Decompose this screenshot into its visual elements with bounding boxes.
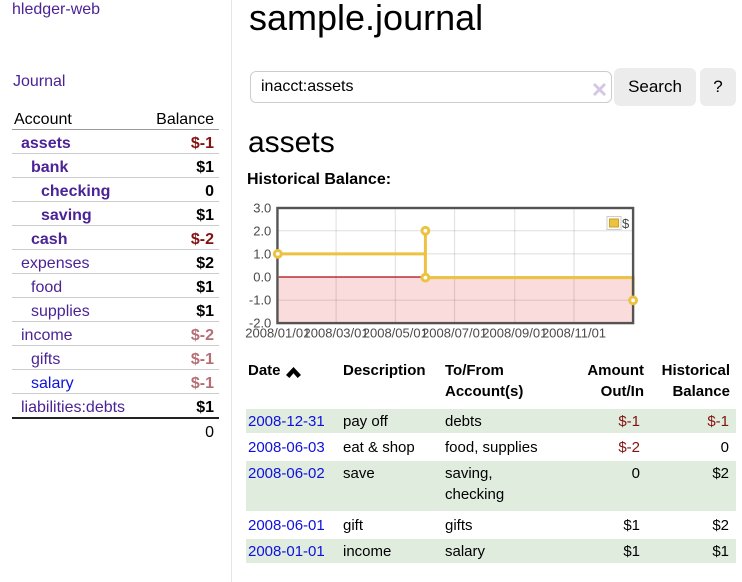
- svg-text:2008/07/01: 2008/07/01: [422, 326, 487, 341]
- svg-text:1.0: 1.0: [253, 246, 271, 261]
- svg-text:2008/09/01: 2008/09/01: [482, 326, 547, 341]
- svg-text:2008/03/01: 2008/03/01: [304, 326, 369, 341]
- svg-text:0.0: 0.0: [253, 270, 271, 285]
- svg-text:$: $: [622, 216, 630, 231]
- svg-text:2.0: 2.0: [253, 223, 271, 238]
- svg-text:2008/05/01: 2008/05/01: [363, 326, 428, 341]
- svg-text:2008/11/01: 2008/11/01: [542, 326, 606, 341]
- svg-text:2008/01/01: 2008/01/01: [245, 326, 310, 341]
- svg-text:-1.0: -1.0: [249, 293, 271, 308]
- svg-text:3.0: 3.0: [253, 201, 271, 216]
